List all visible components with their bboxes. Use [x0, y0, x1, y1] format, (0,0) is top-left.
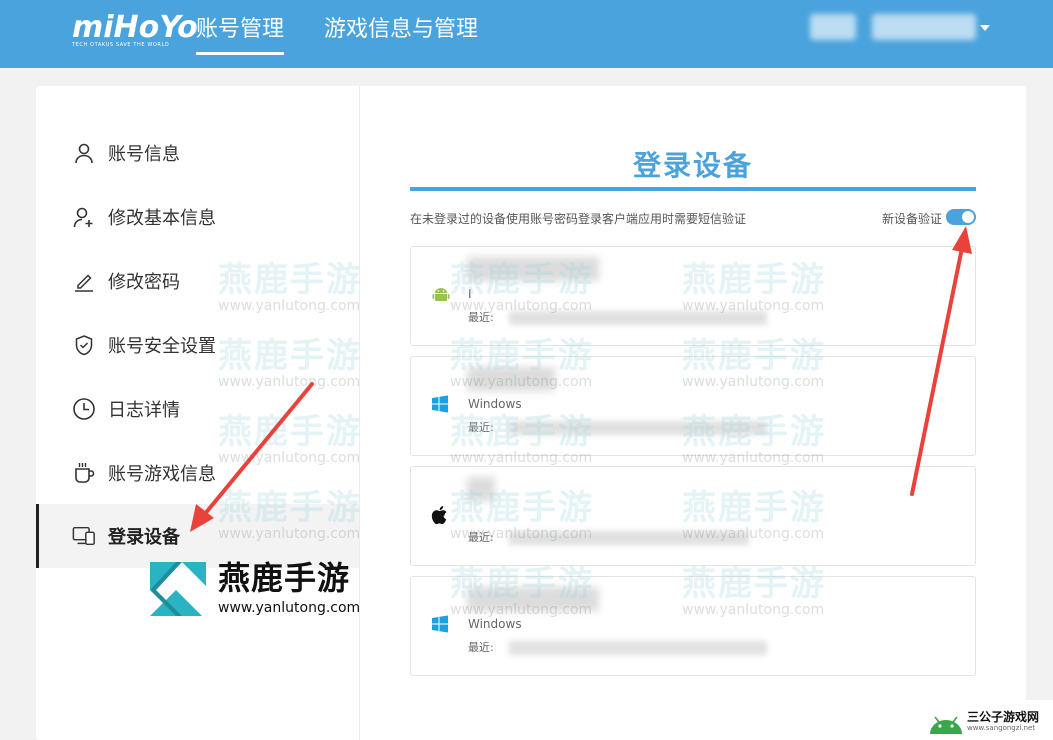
toggle-knob	[962, 211, 974, 223]
sidebar-item-log-details[interactable]: 日志详情	[36, 377, 359, 441]
shield-check-icon	[72, 333, 96, 357]
main-panel: 登录设备 在未登录过的设备使用账号密码登录客户端应用时需要短信验证 新设备验证 …	[410, 86, 976, 740]
watermark-logo-icon	[150, 562, 206, 616]
recent-login-time-blurred	[509, 531, 749, 545]
new-device-verification-label: 新设备验证	[882, 212, 943, 226]
nav-game-info-management[interactable]: 游戏信息与管理	[324, 14, 478, 46]
user-icon	[72, 141, 96, 165]
avatar[interactable]	[810, 14, 856, 40]
clock-icon	[72, 397, 96, 421]
chevron-down-icon[interactable]	[980, 25, 990, 31]
logo-text: miHoYo	[72, 10, 198, 45]
device-name-blurred	[467, 257, 599, 281]
device-os-name: I	[468, 287, 472, 301]
device-os-name: Windows	[468, 617, 522, 631]
sidebar-item-label: 账号安全设置	[108, 336, 216, 357]
windows-icon	[431, 615, 451, 635]
recent-login-time-blurred	[509, 641, 767, 655]
sidebar-item-edit-basic-info[interactable]: 修改基本信息	[36, 185, 359, 249]
user-add-icon	[72, 205, 96, 229]
top-nav-bar: miHoYo TECH OTAKUS SAVE THE WORLD 账号管理 游…	[0, 0, 1053, 68]
device-card: I 最近:	[410, 246, 976, 346]
watermark-logo: 燕鹿手游 www.yanlutong.com	[148, 560, 368, 620]
recent-login-label: 最近:	[468, 421, 494, 434]
sidebar-item-label: 账号游戏信息	[108, 464, 216, 485]
title-underline	[410, 187, 976, 191]
device-card: Windows 最近:	[410, 576, 976, 676]
device-name-blurred	[467, 477, 495, 501]
sidebar-item-game-info[interactable]: 账号游戏信息	[36, 441, 359, 505]
corner-badge-url: www.sangongzi.net	[967, 724, 1036, 732]
page-title: 登录设备	[632, 149, 753, 182]
watermark-logo-url: www.yanlutong.com	[218, 600, 361, 616]
sidebar-item-change-password[interactable]: 修改密码	[36, 249, 359, 313]
verification-description: 在未登录过的设备使用账号密码登录客户端应用时需要短信验证	[410, 212, 747, 226]
username-blurred[interactable]	[872, 14, 976, 40]
android-icon	[431, 285, 451, 305]
corner-site-badge: 三公子游戏网 www.sangongzi.net	[925, 700, 1053, 740]
cup-icon	[72, 461, 96, 485]
sidebar-item-account-info[interactable]: 账号信息	[36, 121, 359, 185]
mihoyo-logo[interactable]: miHoYo TECH OTAKUS SAVE THE WORLD	[72, 10, 198, 49]
content-card: 账号信息 修改基本信息 修改密码 账号安全设置 日志详情 账号游戏信息 登录设备…	[36, 86, 1026, 740]
apple-icon	[431, 505, 451, 525]
sidebar-item-label: 账号信息	[108, 144, 180, 165]
recent-login-time-blurred	[509, 421, 767, 435]
device-os-name: Windows	[468, 397, 522, 411]
windows-icon	[431, 395, 451, 415]
sidebar: 账号信息 修改基本信息 修改密码 账号安全设置 日志详情 账号游戏信息 登录设备	[36, 86, 360, 740]
device-card: Windows 最近:	[410, 356, 976, 456]
sidebar-item-label: 修改密码	[108, 272, 180, 293]
new-device-verification-toggle[interactable]	[946, 209, 976, 225]
pencil-icon	[72, 269, 96, 293]
watermark-logo-title: 燕鹿手游	[218, 559, 351, 597]
android-mascot-icon	[930, 716, 962, 734]
recent-login-time-blurred	[509, 311, 767, 325]
nav-account-management[interactable]: 账号管理	[196, 14, 285, 55]
devices-icon	[72, 524, 96, 548]
sidebar-item-label: 日志详情	[108, 400, 180, 421]
recent-login-label: 最近:	[468, 311, 494, 324]
sidebar-item-label: 修改基本信息	[108, 208, 216, 229]
device-name-blurred	[467, 587, 599, 611]
device-name-blurred	[467, 367, 555, 391]
corner-badge-title: 三公子游戏网	[967, 710, 1040, 724]
recent-login-label: 最近:	[468, 641, 494, 654]
recent-login-label: 最近:	[468, 531, 494, 544]
sidebar-item-security-settings[interactable]: 账号安全设置	[36, 313, 359, 377]
sidebar-item-label: 登录设备	[108, 527, 180, 548]
device-card: 最近:	[410, 466, 976, 566]
